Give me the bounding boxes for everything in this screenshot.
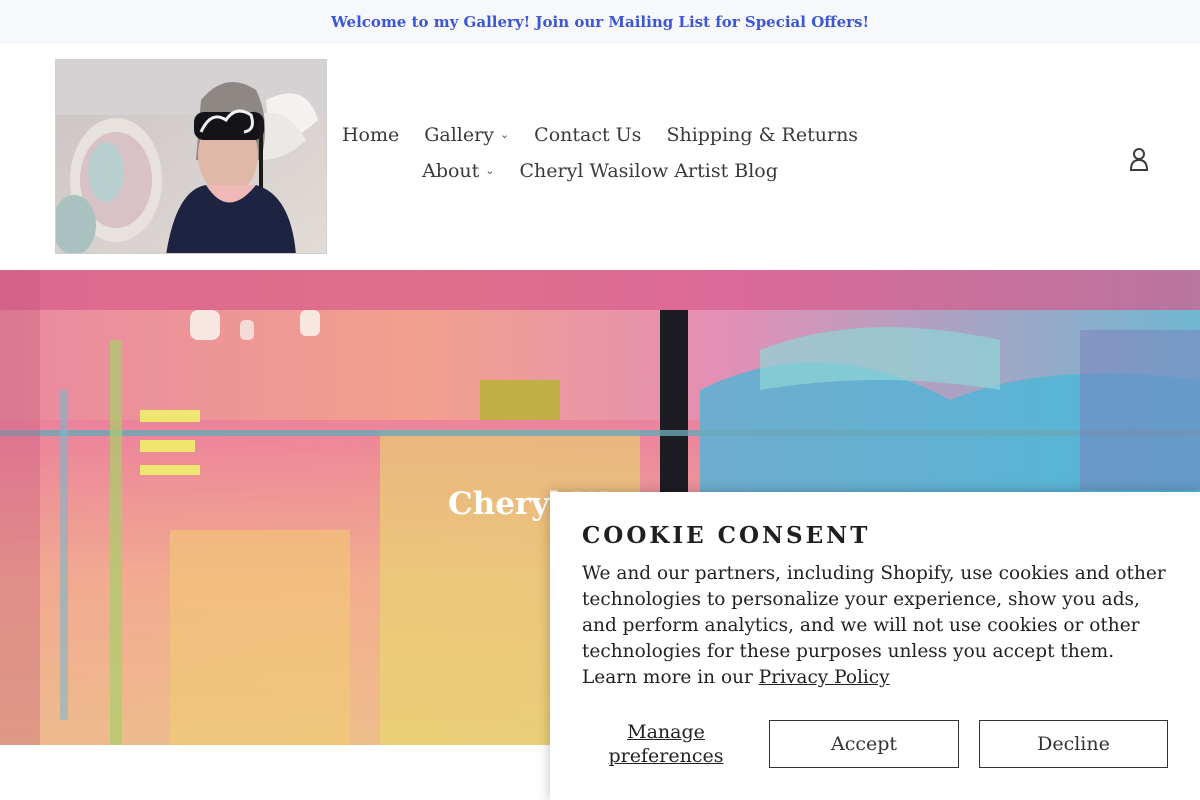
site-logo[interactable]	[55, 59, 327, 254]
cookie-consent-title: COOKIE CONSENT	[582, 522, 871, 549]
nav-item-label: Contact Us	[534, 124, 642, 146]
nav-item-label: Cheryl Wasilow Artist Blog	[519, 160, 778, 182]
nav-item-contact-us[interactable]: Contact Us	[534, 122, 641, 148]
chevron-down-icon: ⌄	[499, 128, 510, 141]
manage-preferences-link[interactable]: Manage preferences	[582, 720, 750, 768]
nav-row-primary: Home Gallery ⌄ Contact Us Shipping & Retu…	[340, 122, 860, 148]
user-icon	[1129, 148, 1149, 171]
nav-item-about[interactable]: About ⌄	[422, 158, 494, 184]
nav-item-shipping-returns[interactable]: Shipping & Returns	[666, 122, 858, 148]
account-login-link[interactable]	[1128, 146, 1150, 172]
accept-button[interactable]: Accept	[769, 720, 959, 768]
main-navigation: Home Gallery ⌄ Contact Us Shipping & Retu…	[340, 122, 860, 194]
nav-item-label: Gallery	[424, 124, 494, 146]
nav-item-gallery[interactable]: Gallery ⌄	[424, 122, 509, 148]
nav-item-label: Shipping & Returns	[666, 124, 859, 146]
decline-button[interactable]: Decline	[979, 720, 1168, 768]
cookie-consent-dialog: COOKIE CONSENT We and our partners, incl…	[550, 492, 1200, 800]
logo-portrait-image	[56, 60, 326, 253]
cookie-consent-text: We and our partners, including Shopify, …	[582, 561, 1172, 691]
nav-item-artist-blog[interactable]: Cheryl Wasilow Artist Blog	[520, 158, 778, 184]
cookie-consent-actions: Manage preferences Accept Decline	[582, 720, 1168, 768]
announcement-bar[interactable]: Welcome to my Gallery! Join our Mailing …	[0, 0, 1200, 44]
nav-row-secondary: About ⌄ Cheryl Wasilow Artist Blog	[340, 158, 860, 184]
privacy-policy-link[interactable]: Privacy Policy	[759, 667, 890, 688]
announcement-text[interactable]: Welcome to my Gallery! Join our Mailing …	[331, 13, 869, 31]
nav-item-label: Home	[341, 124, 400, 146]
nav-item-label: About	[422, 160, 480, 182]
chevron-down-icon: ⌄	[485, 164, 495, 177]
nav-item-home[interactable]: Home	[342, 122, 399, 148]
site-header: Home Gallery ⌄ Contact Us Shipping & Retu…	[0, 44, 1200, 270]
